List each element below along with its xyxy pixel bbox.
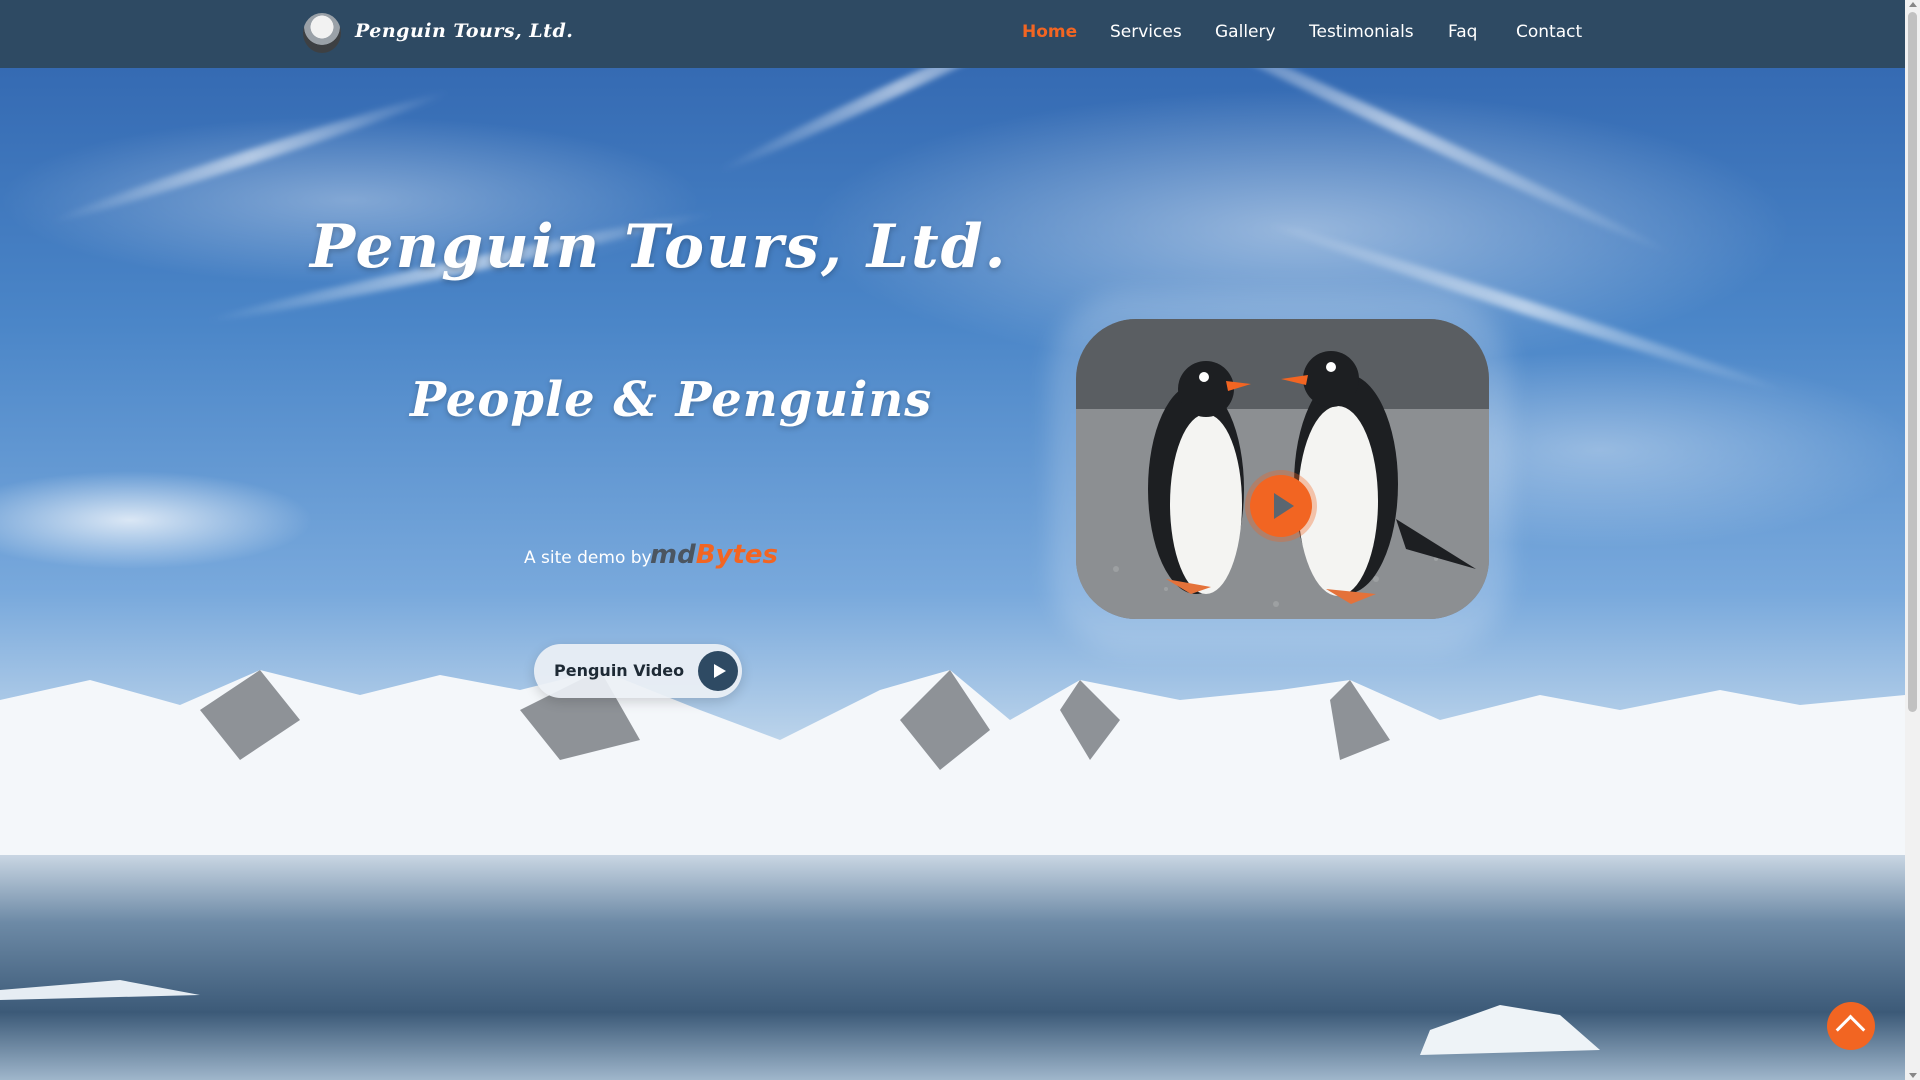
page-scrollbar[interactable] xyxy=(1905,0,1920,1080)
scroll-down-icon[interactable] xyxy=(1909,1073,1917,1078)
arrow-up-icon[interactable] xyxy=(1827,1002,1875,1050)
mdbytes-logo[interactable]: mdBytes xyxy=(650,540,778,570)
nav-contact[interactable]: Contact xyxy=(1516,22,1582,42)
penguin-video-button-label: Penguin Video xyxy=(554,661,685,680)
nav-gallery[interactable]: Gallery xyxy=(1215,22,1276,42)
penguin-logo-icon[interactable] xyxy=(303,13,341,53)
nav-faq[interactable]: Faq xyxy=(1448,22,1477,42)
demo-credit-text: A site demo by xyxy=(524,548,652,568)
hero-subtitle: People & Penguins xyxy=(410,372,933,428)
mdbytes-logo-bytes: Bytes xyxy=(695,540,779,570)
penguin-video-button[interactable]: Penguin Video xyxy=(534,644,742,698)
nav-testimonials[interactable]: Testimonials xyxy=(1309,22,1414,42)
hero-background xyxy=(0,0,1905,1080)
nav-services[interactable]: Services xyxy=(1110,22,1182,42)
nav-home[interactable]: Home xyxy=(1022,22,1077,42)
scroll-up-icon[interactable] xyxy=(1909,2,1917,7)
navbar: Penguin Tours, Ltd. Home Services Galler… xyxy=(0,0,1905,68)
play-icon xyxy=(698,651,738,691)
hero-title: Penguin Tours, Ltd. xyxy=(310,212,1008,282)
brand-name[interactable]: Penguin Tours, Ltd. xyxy=(355,20,573,42)
mdbytes-logo-md: md xyxy=(650,540,696,570)
video-thumbnail[interactable] xyxy=(1076,319,1489,619)
scrollbar-thumb[interactable] xyxy=(1908,12,1917,712)
video-play-icon[interactable] xyxy=(1250,475,1312,537)
